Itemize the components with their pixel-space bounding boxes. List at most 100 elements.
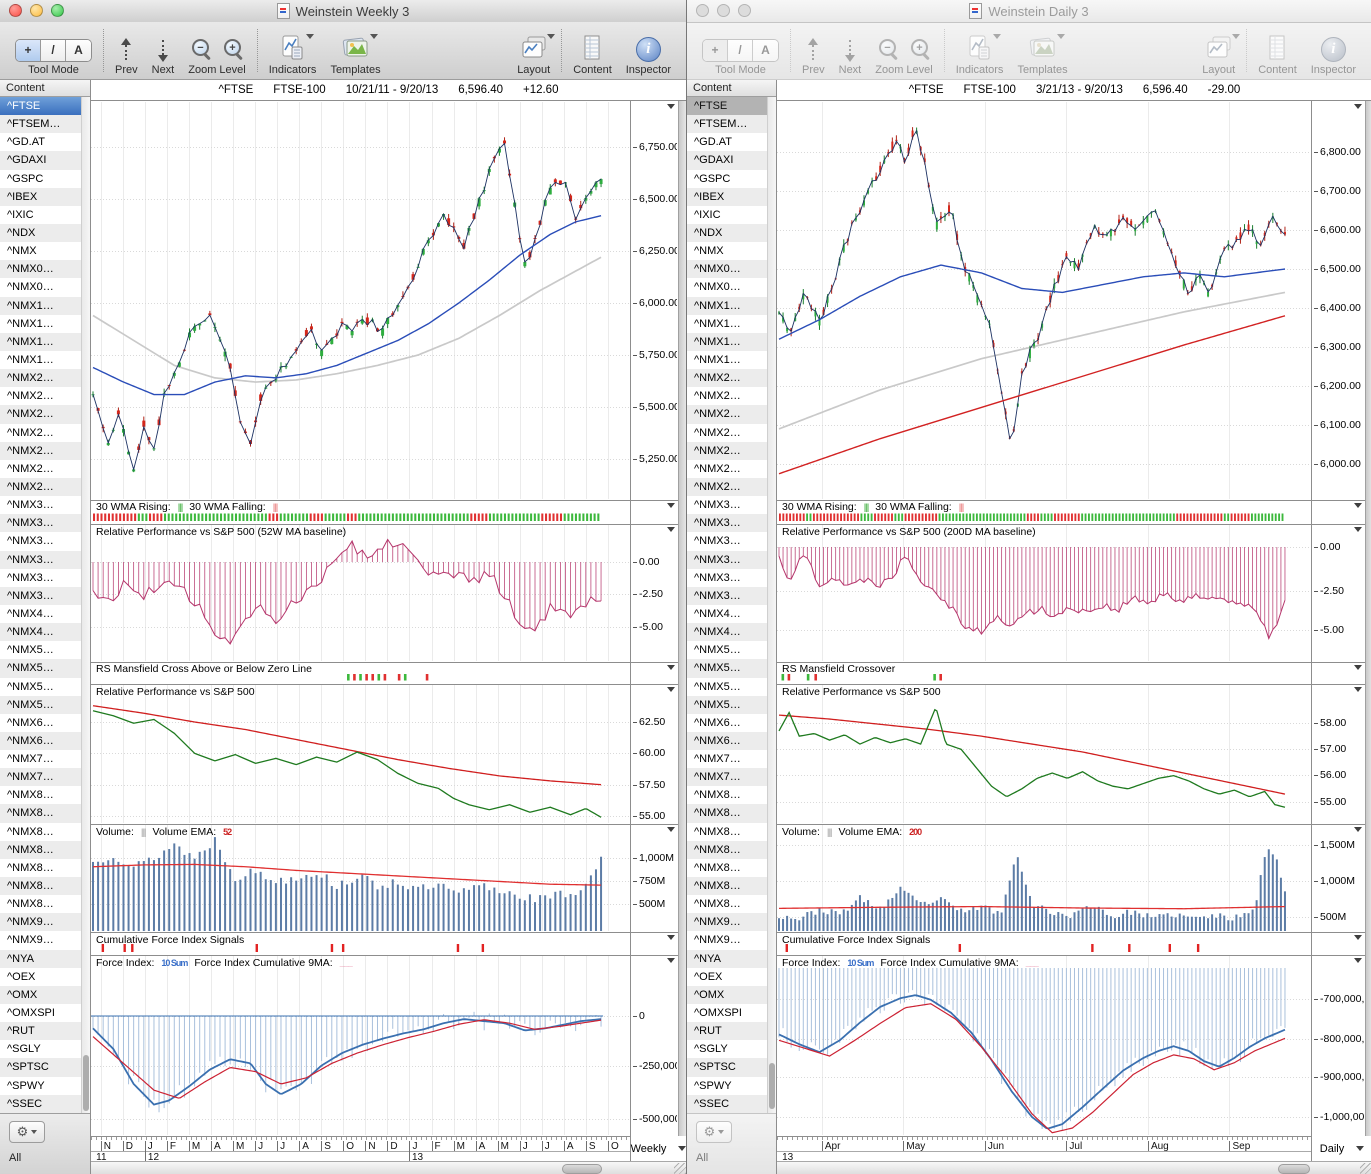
crosshair-tool-button[interactable]: + [16,40,41,61]
minimize-button[interactable] [717,4,730,17]
symbol-list-item[interactable]: ^SSEC [0,1095,90,1113]
symbol-list-item[interactable]: ^OMXSPI [687,1004,776,1022]
symbol-list-item[interactable]: ^NMX2… [0,478,90,496]
sidebar-scroll-thumb[interactable] [83,1055,89,1111]
text-tool-button[interactable]: A [66,40,91,61]
symbol-list-item[interactable]: ^FTSEM… [0,115,90,133]
symbol-list-item[interactable]: ^NMX3… [0,569,90,587]
line-tool-button[interactable]: / [41,40,66,61]
symbol-list-item[interactable]: ^GSPC [0,170,90,188]
hscroll-thumb[interactable] [562,1164,602,1174]
symbol-list-item[interactable]: ^NMX3… [687,514,776,532]
symbol-list-item[interactable]: ^NMX5… [687,641,776,659]
symbol-list-item[interactable]: ^SPTSC [0,1058,90,1076]
symbol-list-item[interactable]: ^NMX [687,242,776,260]
crosshair-tool-button[interactable]: + [703,40,728,61]
symbol-list-item[interactable]: ^NMX9… [687,913,776,931]
symbol-list-item[interactable]: ^NMX1… [687,315,776,333]
zoom-out-button[interactable]: − [877,38,899,62]
sidebar-scroll-thumb[interactable] [769,1063,775,1109]
symbol-list-item[interactable]: ^NMX1… [0,297,90,315]
zoom-in-button[interactable]: + [222,38,244,62]
symbol-list-item[interactable]: ^NYA [0,950,90,968]
minimize-button[interactable] [30,4,43,17]
symbol-list-item[interactable]: ^SPWY [687,1077,776,1095]
hscroll-thumb[interactable] [1278,1164,1310,1174]
symbol-list-item[interactable]: ^NMX2… [0,460,90,478]
templates-button[interactable]: Templates [323,22,387,79]
symbol-list-item[interactable]: ^GD.AT [0,133,90,151]
panel-disclosure-icon[interactable] [667,527,675,532]
panel-disclosure-icon[interactable] [1354,104,1362,109]
symbol-list-item[interactable]: ^NMX3… [0,587,90,605]
symbol-list-item[interactable]: ^NMX7… [687,750,776,768]
symbol-list-item[interactable]: ^NMX0… [687,260,776,278]
symbol-list-item[interactable]: ^NMX5… [687,696,776,714]
content-button[interactable]: Content [566,22,619,79]
symbol-list-item[interactable]: ^NMX0… [0,260,90,278]
chart-canvas[interactable] [777,101,1311,1136]
symbol-list-item[interactable]: ^NMX2… [0,405,90,423]
panel-disclosure-icon[interactable] [667,503,675,508]
panel-disclosure-icon[interactable] [1354,958,1362,963]
symbol-list-item[interactable]: ^GDAXI [687,151,776,169]
layout-button[interactable]: Layout [1195,22,1242,79]
content-button[interactable]: Content [1251,22,1304,79]
symbol-list-item[interactable]: ^IXIC [0,206,90,224]
symbol-list-item[interactable]: ^NMX6… [0,714,90,732]
symbol-list-item[interactable]: ^NMX2… [687,424,776,442]
symbol-list-item[interactable]: ^NMX7… [0,750,90,768]
symbol-list-item[interactable]: ^NMX3… [687,587,776,605]
indicators-button[interactable]: Indicators [262,22,324,79]
resize-grip-icon[interactable] [1360,1163,1371,1174]
symbol-list-item[interactable]: ^SGLY [0,1040,90,1058]
symbol-list-item[interactable]: ^SGLY [687,1040,776,1058]
panel-disclosure-icon[interactable] [1354,527,1362,532]
symbol-list-item[interactable]: ^OEX [0,968,90,986]
symbol-list-item[interactable]: ^NMX1… [687,297,776,315]
inspector-button[interactable]: i Inspector [1304,22,1363,79]
symbol-list-item[interactable]: ^NMX5… [687,678,776,696]
symbol-list-item[interactable]: ^RUT [687,1022,776,1040]
symbol-list-item[interactable]: ^OEX [687,968,776,986]
symbol-list-item[interactable]: ^NMX3… [0,532,90,550]
zoom-in-button[interactable]: + [909,38,931,62]
next-button[interactable]: Next [145,22,182,79]
panel-disclosure-icon[interactable] [667,104,675,109]
symbol-list-item[interactable]: ^GDAXI [0,151,90,169]
horizontal-scrollbar[interactable] [91,1161,686,1174]
periodicity-selector[interactable]: Weekly [630,1136,686,1161]
symbol-list-item[interactable]: ^IBEX [687,188,776,206]
symbol-list-item[interactable]: ^NMX1… [0,333,90,351]
chart-canvas[interactable] [91,101,630,1136]
indicators-button[interactable]: Indicators [949,22,1011,79]
symbol-list-item[interactable]: ^NMX7… [0,768,90,786]
symbol-list-item[interactable]: ^NDX [687,224,776,242]
symbol-list-item[interactable]: ^NMX9… [687,931,776,949]
symbol-list-item[interactable]: ^NMX2… [687,460,776,478]
symbol-list-item[interactable]: ^NMX2… [0,442,90,460]
symbol-list-item[interactable]: ^NMX1… [687,351,776,369]
symbol-list-item[interactable]: ^NMX4… [687,605,776,623]
zoom-window-button[interactable] [51,4,64,17]
symbol-list-item[interactable]: ^NMX8… [0,786,90,804]
panel-disclosure-icon[interactable] [667,687,675,692]
symbol-list-item[interactable]: ^NMX3… [687,532,776,550]
symbol-list-item[interactable]: ^OMX [687,986,776,1004]
text-tool-button[interactable]: A [753,40,778,61]
symbol-list-item[interactable]: ^NMX5… [0,678,90,696]
layout-button[interactable]: Layout [510,22,557,79]
prev-button[interactable]: Prev [795,22,832,79]
panel-disclosure-icon[interactable] [667,665,675,670]
symbol-list-item[interactable]: ^NMX4… [0,605,90,623]
symbol-list-item[interactable]: ^NMX8… [687,823,776,841]
symbol-list-item[interactable]: ^NMX3… [687,496,776,514]
symbol-list-item[interactable]: ^NMX [0,242,90,260]
prev-button[interactable]: Prev [108,22,145,79]
symbol-list-item[interactable]: ^IBEX [0,188,90,206]
symbol-list-item[interactable]: ^NMX6… [0,732,90,750]
symbol-list-item[interactable]: ^NMX8… [0,859,90,877]
zoom-window-button[interactable] [738,4,751,17]
symbol-list-item[interactable]: ^NMX7… [687,768,776,786]
panel-disclosure-icon[interactable] [667,827,675,832]
